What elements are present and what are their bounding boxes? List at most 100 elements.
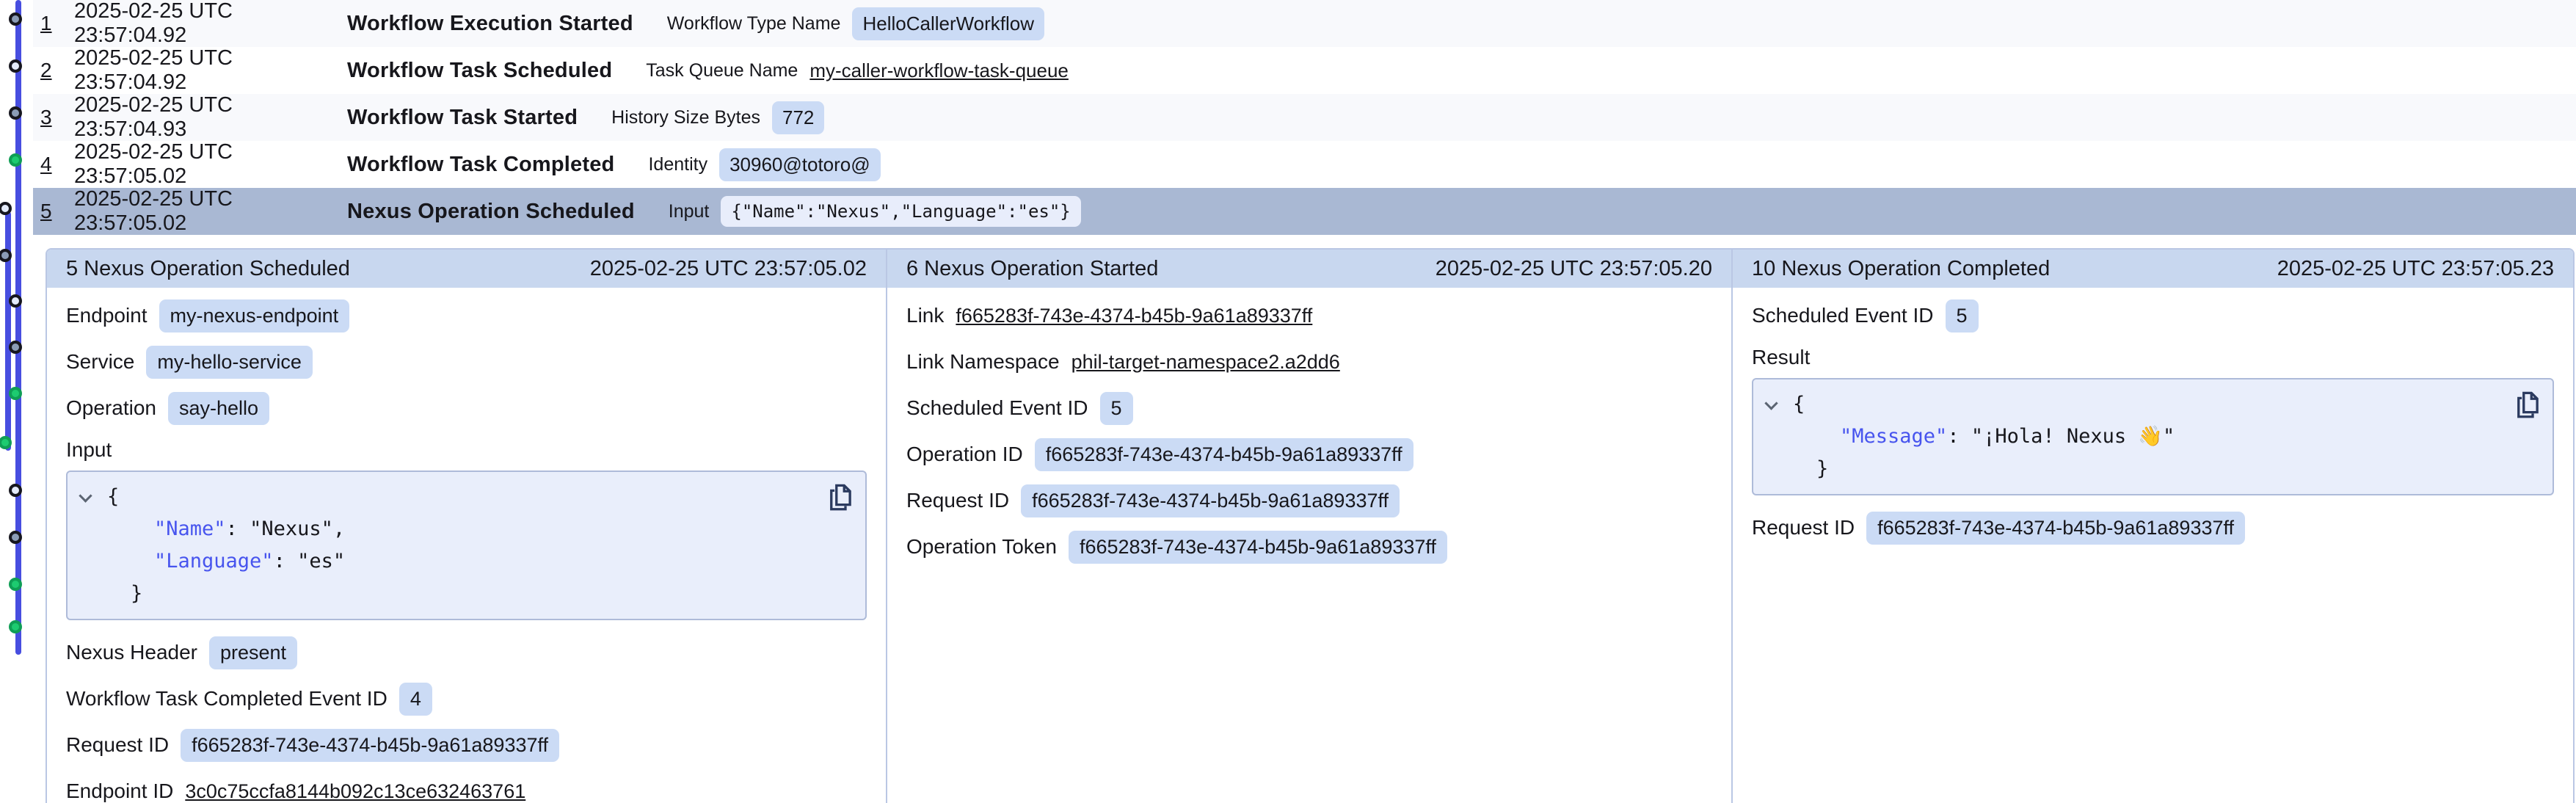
- event-status-dot: [9, 387, 22, 400]
- json-value: "es": [297, 550, 345, 573]
- json-viewer-result: { "Message": "¡Hola! Nexus 👋" }: [1752, 378, 2554, 495]
- service-badge: my-hello-service: [146, 346, 313, 379]
- endpoint-id-link[interactable]: 3c0c75ccfa8144b092c13ce632463761: [185, 780, 525, 803]
- field-endpoint: Endpoint my-nexus-endpoint: [66, 299, 867, 332]
- event-timestamp: 2025-02-25 UTC 23:57:04.92: [74, 0, 347, 48]
- event-status-dot: [9, 578, 22, 591]
- wtc-event-id-badge: 4: [399, 683, 432, 716]
- event-attr-badge: HelloCallerWorkflow: [852, 7, 1044, 40]
- field-label: Link: [906, 304, 944, 327]
- json-brace: {: [107, 485, 119, 508]
- field-endpoint-id: Endpoint ID 3c0c75ccfa8144b092c13ce63246…: [66, 775, 867, 803]
- timeline-main-line: [15, 0, 21, 655]
- event-status-dot: [9, 12, 22, 26]
- field-label: Endpoint: [66, 304, 148, 327]
- scheduled-event-id-badge: 5: [1946, 299, 1979, 333]
- event-attr-label: Workflow Type Name: [667, 13, 841, 34]
- event-row-5-selected[interactable]: 5 2025-02-25 UTC 23:57:05.02 Nexus Opera…: [33, 188, 2576, 235]
- panel-timestamp: 2025-02-25 UTC 23:57:05.02: [590, 257, 867, 281]
- field-link-namespace: Link Namespace phil-target-namespace2.a2…: [906, 346, 1712, 378]
- copy-icon[interactable]: [2514, 390, 2541, 421]
- json-brace: {: [1793, 393, 1805, 415]
- event-status-dot: [9, 620, 22, 633]
- event-attr-label: Input: [669, 201, 710, 222]
- event-name: Workflow Task Started: [347, 106, 578, 130]
- event-row-3[interactable]: 3 2025-02-25 UTC 23:57:04.93 Workflow Ta…: [33, 94, 2576, 141]
- panel-title: 5 Nexus Operation Scheduled: [66, 257, 350, 281]
- json-line: {: [107, 481, 821, 513]
- link-namespace-link[interactable]: phil-target-namespace2.a2dd6: [1071, 351, 1340, 374]
- json-viewer-input: { "Name": "Nexus", "Language": "es" }: [66, 470, 867, 620]
- json-colon: :: [1947, 425, 1971, 448]
- panel-nexus-operation-started: 6 Nexus Operation Started 2025-02-25 UTC…: [886, 250, 1731, 803]
- json-value: "¡Hola! Nexus 👋": [1971, 425, 2175, 448]
- request-id-badge: f665283f-743e-4374-b45b-9a61a89337ff: [1021, 484, 1400, 517]
- panel-nexus-operation-completed: 10 Nexus Operation Completed 2025-02-25 …: [1731, 250, 2573, 803]
- operation-token-badge: f665283f-743e-4374-b45b-9a61a89337ff: [1069, 531, 1447, 564]
- field-label: Request ID: [1752, 516, 1855, 539]
- field-operation: Operation say-hello: [66, 392, 867, 424]
- event-timestamp: 2025-02-25 UTC 23:57:05.02: [74, 140, 347, 189]
- field-label: Operation Token: [906, 535, 1057, 559]
- panel-title: 6 Nexus Operation Started: [906, 257, 1158, 281]
- event-status-dot: [9, 59, 22, 73]
- json-colon: :: [274, 550, 298, 573]
- field-nexus-header: Nexus Header present: [66, 636, 867, 669]
- event-status-dot: [9, 341, 22, 354]
- event-name: Workflow Task Completed: [347, 153, 614, 177]
- event-name: Nexus Operation Scheduled: [347, 200, 635, 224]
- field-label: Scheduled Event ID: [1752, 304, 1934, 327]
- event-id-link[interactable]: 4: [40, 153, 74, 176]
- field-scheduled-event-id: Scheduled Event ID 5: [1752, 299, 2554, 332]
- event-row-1[interactable]: 1 2025-02-25 UTC 23:57:04.92 Workflow Ex…: [33, 0, 2576, 47]
- event-id-link[interactable]: 5: [40, 200, 74, 223]
- event-attr-label: History Size Bytes: [611, 107, 760, 128]
- copy-icon[interactable]: [827, 482, 854, 513]
- field-service: Service my-hello-service: [66, 346, 867, 378]
- json-line: {: [1793, 388, 2508, 421]
- field-request-id: Request ID f665283f-743e-4374-b45b-9a61a…: [66, 729, 867, 761]
- event-timestamp: 2025-02-25 UTC 23:57:04.93: [74, 93, 347, 142]
- panel-timestamp: 2025-02-25 UTC 23:57:05.20: [1436, 257, 1712, 281]
- panel-header: 5 Nexus Operation Scheduled 2025-02-25 U…: [47, 250, 886, 288]
- link-uuid-link[interactable]: f665283f-743e-4374-b45b-9a61a89337ff: [956, 305, 1312, 327]
- field-label: Request ID: [66, 733, 169, 757]
- json-key: "Message": [1840, 425, 1947, 448]
- field-label: Link Namespace: [906, 350, 1060, 374]
- field-scheduled-event-id: Scheduled Event ID 5: [906, 392, 1712, 424]
- event-row-2[interactable]: 2 2025-02-25 UTC 23:57:04.92 Workflow Ta…: [33, 47, 2576, 94]
- event-attr-label: Task Queue Name: [646, 60, 798, 81]
- task-queue-link[interactable]: my-caller-workflow-task-queue: [809, 59, 1069, 82]
- collapse-chevron-icon[interactable]: [1764, 396, 1778, 410]
- event-status-dot: [9, 484, 22, 497]
- field-label: Scheduled Event ID: [906, 396, 1088, 420]
- result-section-label: Result: [1752, 346, 2554, 369]
- json-colon: :: [226, 517, 250, 540]
- field-label: Service: [66, 350, 134, 374]
- event-history-list: 1 2025-02-25 UTC 23:57:04.92 Workflow Ex…: [33, 0, 2576, 235]
- event-attr-badge: 30960@totoro@: [719, 148, 881, 181]
- panel-timestamp: 2025-02-25 UTC 23:57:05.23: [2277, 257, 2554, 281]
- event-status-dot: [9, 106, 22, 120]
- json-key: "Name": [154, 517, 226, 540]
- collapse-chevron-icon[interactable]: [79, 489, 92, 502]
- endpoint-badge: my-nexus-endpoint: [159, 299, 350, 333]
- event-status-dot: [9, 531, 22, 544]
- nexus-header-badge: present: [209, 636, 297, 669]
- json-line: }: [1793, 453, 2508, 485]
- field-request-id: Request ID f665283f-743e-4374-b45b-9a61a…: [906, 484, 1712, 517]
- json-brace: }: [131, 582, 142, 605]
- event-timestamp: 2025-02-25 UTC 23:57:05.02: [74, 187, 347, 236]
- field-request-id: Request ID f665283f-743e-4374-b45b-9a61a…: [1752, 512, 2554, 544]
- event-id-link[interactable]: 3: [40, 106, 74, 129]
- event-row-4[interactable]: 4 2025-02-25 UTC 23:57:05.02 Workflow Ta…: [33, 141, 2576, 188]
- json-line: "Name": "Nexus",: [107, 513, 821, 545]
- panel-header: 10 Nexus Operation Completed 2025-02-25 …: [1733, 250, 2573, 288]
- operation-badge: say-hello: [168, 392, 269, 425]
- panel-header: 6 Nexus Operation Started 2025-02-25 UTC…: [887, 250, 1731, 288]
- request-id-badge: f665283f-743e-4374-b45b-9a61a89337ff: [1866, 512, 2245, 545]
- panel-nexus-operation-scheduled: 5 Nexus Operation Scheduled 2025-02-25 U…: [47, 250, 886, 803]
- event-id-link[interactable]: 2: [40, 59, 74, 82]
- event-id-link[interactable]: 1: [40, 12, 74, 35]
- field-operation-token: Operation Token f665283f-743e-4374-b45b-…: [906, 531, 1712, 563]
